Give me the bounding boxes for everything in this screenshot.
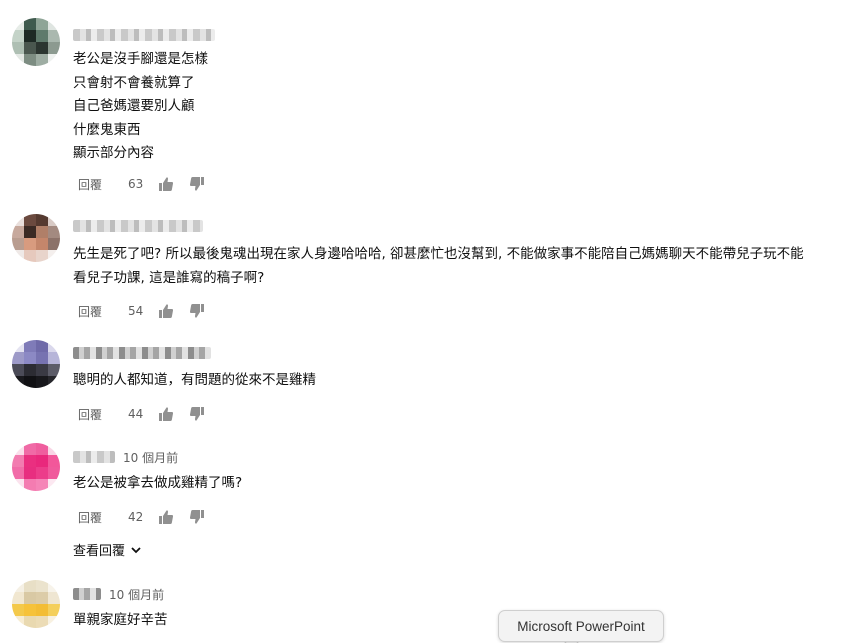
comment-actions: 回覆 63 [78,174,220,194]
comment-line: 老公是被拿去做成雞精了嗎? [73,475,243,491]
tooltip-label: Microsoft PowerPoint [517,618,645,634]
chevron-down-icon [131,546,141,553]
avatar[interactable] [12,443,60,491]
comment-timestamp[interactable]: 10 個月前 [109,586,164,603]
show-more-link[interactable]: 顯示部分內容 [73,142,833,166]
comment-timestamp[interactable]: 10 個月前 [123,449,178,466]
author-name[interactable] [73,588,101,600]
author-row [73,27,215,43]
thumb-up-icon[interactable] [158,176,174,192]
comments-page: 老公是沒手腳還是怎樣 只會射不會養就算了 自己爸媽還要別人顧 什麼鬼東西 顯示部… [0,0,845,643]
like-count: 42 [128,510,144,524]
comment-text: 聰明的人都知道，有問題的從來不是雞精 [73,369,833,393]
author-row [73,345,211,361]
thumb-up-icon[interactable] [158,509,174,525]
comment-line: 看兒子功課, 這是誰寫的稿子啊? [73,269,265,286]
view-replies-label: 查看回覆 [73,544,126,559]
author-name[interactable] [73,451,115,463]
thumb-up-icon[interactable] [158,303,174,319]
author-name[interactable] [73,347,211,359]
comment-line: 先生是死了吧? 所以最後鬼魂出現在家人身邊哈哈哈, 卻甚麼忙也沒幫到, 不能做家… [73,246,804,262]
author-name[interactable] [73,29,215,41]
comment-line: 聰明的人都知道，有問題的從來不是雞精 [73,372,316,388]
reply-button[interactable]: 回覆 [78,176,128,193]
avatar[interactable] [12,340,60,388]
avatar[interactable] [12,214,60,262]
thumb-down-icon[interactable] [189,176,205,192]
avatar[interactable] [12,18,60,66]
comment-actions: 回覆 44 [78,404,220,424]
thumb-down-icon[interactable] [189,303,205,319]
reply-button[interactable]: 回覆 [78,406,128,423]
reply-button[interactable]: 回覆 [78,509,128,526]
comment-line: 只會射不會養就算了 [73,74,195,91]
reply-button[interactable]: 回覆 [78,303,128,320]
like-count: 54 [128,304,144,318]
avatar[interactable] [12,580,60,628]
like-count: 44 [128,407,144,421]
thumb-down-icon[interactable] [189,509,205,525]
comment-actions: 回覆 42 [78,507,220,527]
author-row [73,218,203,234]
author-row: 10 個月前 [73,586,164,602]
thumb-down-icon[interactable] [189,406,205,422]
comment-line: 什麼鬼東西 [73,121,141,138]
author-row: 10 個月前 [73,449,178,465]
app-tooltip: Microsoft PowerPoint [498,610,664,642]
comment-text: 單親家庭好辛苦 [73,609,833,633]
comment-actions: 回覆 54 [78,301,220,321]
comment-line: 老公是沒手腳還是怎樣 [73,51,208,67]
like-count: 63 [128,177,144,191]
comment-text: 老公是沒手腳還是怎樣 只會射不會養就算了 自己爸媽還要別人顧 什麼鬼東西 顯示部… [73,48,833,166]
comment-line: 單親家庭好辛苦 [73,612,168,628]
view-replies-button[interactable]: 查看回覆 [73,540,143,559]
thumb-up-icon[interactable] [158,406,174,422]
author-name[interactable] [73,220,203,232]
comment-text: 先生是死了吧? 所以最後鬼魂出現在家人身邊哈哈哈, 卻甚麼忙也沒幫到, 不能做家… [73,243,833,290]
comment-line: 自己爸媽還要別人顧 [73,98,195,114]
comment-text: 老公是被拿去做成雞精了嗎? [73,472,833,496]
